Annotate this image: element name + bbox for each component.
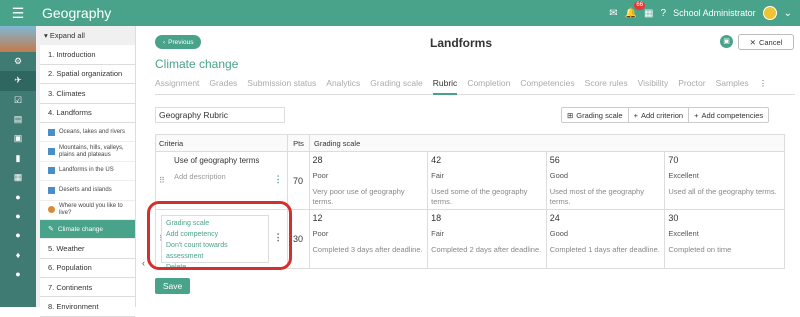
tab-samples[interactable]: Samples <box>716 78 749 94</box>
attendance-icon[interactable]: ▣ <box>0 129 36 148</box>
highlight-ring <box>147 201 292 270</box>
rubric-actions: ⊞ Grading scale + Add criterion + Add compe… <box>561 107 770 123</box>
tab-score-rules[interactable]: Score rules <box>585 78 628 94</box>
tab-proctor[interactable]: Proctor <box>678 78 705 94</box>
sidebar-item-climates[interactable]: 3. Climates <box>40 84 135 104</box>
level-cell[interactable]: 28 Poor Very poor use of geography terms. <box>310 152 429 209</box>
user-icon[interactable]: ● <box>0 264 36 283</box>
sidebar-item-weather[interactable]: 5. Weather <box>40 239 135 259</box>
grading-scale-header: Grading scale <box>314 139 361 148</box>
chevron-left-icon: ‹ <box>163 38 166 46</box>
top-bar: ☰ Geography ✉ 🔔 66 ▦ ? School Administrat… <box>0 0 800 26</box>
rubric-header: Criteria Pts Grading scale <box>156 135 784 152</box>
pencil-icon: ✎ <box>48 225 54 233</box>
document-icon <box>48 148 55 156</box>
criterion-menu-icon[interactable]: ⋮ <box>274 174 283 185</box>
level-cell[interactable]: 24 Good Completed 1 days after deadline. <box>547 210 666 268</box>
icon-bar: ⚙ ✈ ☑ ▤ ▣ ▮ ▦ ● ● ● ♦ ● <box>0 26 36 307</box>
pts-header: Pts <box>288 135 310 151</box>
help-icon[interactable]: ? <box>661 8 667 19</box>
tab-competencies[interactable]: Competencies <box>520 78 574 94</box>
tab-grading-scale[interactable]: Grading scale <box>370 78 422 94</box>
tab-visibility[interactable]: Visibility <box>638 78 669 94</box>
criteria-header: Criteria <box>156 135 288 151</box>
close-icon: ✕ <box>749 37 756 47</box>
add-criterion-button[interactable]: + Add criterion <box>629 108 690 122</box>
avatar[interactable] <box>762 6 777 20</box>
level-cell[interactable]: 56 Good Used most of the geography terms. <box>547 152 666 209</box>
expand-all-toggle[interactable]: ▾ Expand all <box>36 26 135 46</box>
page-title: Landforms <box>430 36 493 50</box>
tab-submission-status[interactable]: Submission status <box>247 78 316 94</box>
save-button[interactable]: Save <box>155 278 190 294</box>
analytics-icon[interactable]: ▮ <box>0 148 36 167</box>
users-icon[interactable]: ● <box>0 226 36 245</box>
chevron-down-icon[interactable]: ⌄ <box>784 8 792 19</box>
document-icon <box>48 128 55 136</box>
cancel-button[interactable]: ✕ Cancel <box>738 34 794 50</box>
sidebar-subitem[interactable]: Deserts and islands <box>40 181 135 201</box>
sidebar-item-continents[interactable]: 7. Continents <box>40 278 135 298</box>
groups-icon[interactable]: ● <box>0 206 36 225</box>
plus-icon: + <box>694 110 699 120</box>
previous-button[interactable]: ‹ Previous <box>155 35 202 49</box>
sidebar-subitem[interactable]: Where would you like to live? <box>40 200 135 220</box>
level-cell[interactable]: 12 Poor Completed 3 days after deadline. <box>310 210 429 268</box>
add-competencies-button[interactable]: + Add competencies <box>689 108 768 122</box>
notification-icon[interactable]: 🔔 66 <box>625 0 646 19</box>
grading-scale-button[interactable]: ⊞ Grading scale <box>562 108 629 122</box>
gradebook-icon[interactable]: ▤ <box>0 110 36 129</box>
level-cell[interactable]: 18 Fair Completed 2 days after deadline. <box>428 210 547 268</box>
tab-assignment[interactable]: Assignment <box>155 78 199 94</box>
path-icon[interactable]: ✈ <box>0 71 36 91</box>
grid-icon: ⊞ <box>567 110 574 120</box>
level-cell[interactable]: 42 Fair Used some of the geography terms. <box>428 152 547 209</box>
menu-icon[interactable]: ☰ <box>0 5 36 22</box>
criterion-name[interactable]: Use of geography terms <box>174 156 259 165</box>
sidebar-item-population[interactable]: 6. Population <box>40 258 135 279</box>
tab-completion[interactable]: Completion <box>467 78 510 94</box>
class-logo <box>0 26 36 52</box>
tab-bar: Assignment Grades Submission status Anal… <box>155 78 795 95</box>
tab-rubric[interactable]: Rubric <box>432 78 458 95</box>
sidebar-subitem[interactable]: Landforms in the US <box>40 161 135 182</box>
sidebar-item-spatial-organization[interactable]: 2. Spatial organization <box>40 64 135 85</box>
user-name[interactable]: School Administrator <box>673 8 756 18</box>
more-tabs-icon[interactable]: ⋮ <box>759 78 768 94</box>
trophy-icon[interactable]: ♦ <box>0 245 36 264</box>
tab-grades[interactable]: Grades <box>209 78 237 94</box>
document-icon <box>48 186 55 194</box>
rubric-name-input[interactable]: Geography Rubric <box>155 107 285 123</box>
collapse-sidebar-icon[interactable]: ‹ <box>142 258 145 268</box>
document-icon <box>48 167 55 175</box>
assignments-icon[interactable]: ☑ <box>0 91 36 110</box>
sidebar-item-introduction[interactable]: 1. Introduction <box>40 45 135 65</box>
sidebar-item-landforms[interactable]: 4. Landforms <box>40 103 135 123</box>
people-icon[interactable]: ● <box>0 187 36 206</box>
sidebar: ▾ Expand all 1. Introduction 2. Spatial … <box>36 26 136 317</box>
criterion-points[interactable]: 70 <box>288 152 310 209</box>
sidebar-item-environment[interactable]: 8. Environment <box>40 297 135 317</box>
top-right-controls: ✉ 🔔 66 ▦ ? School Administrator ⌄ <box>609 0 792 26</box>
sidebar-subitem-active[interactable]: ✎ Climate change <box>40 219 135 240</box>
calendar-icon[interactable]: ▦ <box>644 8 653 19</box>
sidebar-subitem[interactable]: Mountains, hills, valleys, plains and pl… <box>40 142 135 162</box>
tab-analytics[interactable]: Analytics <box>326 78 360 94</box>
activity-title: Climate change <box>155 57 239 71</box>
level-cell[interactable]: 30 Excellent Completed on time <box>665 210 784 268</box>
mail-icon[interactable]: ✉ <box>609 8 617 19</box>
settings-icon[interactable]: ⚙ <box>0 52 36 71</box>
drag-handle-icon[interactable]: ⠿ <box>159 176 165 185</box>
plus-icon: + <box>633 110 638 120</box>
discussion-icon <box>48 206 55 214</box>
level-cell[interactable]: 70 Excellent Used all of the geography ter… <box>665 152 784 209</box>
app-title: Geography <box>42 5 112 21</box>
criterion-description[interactable]: Add description <box>174 172 226 181</box>
calendar-icon[interactable]: ▦ <box>0 168 36 187</box>
sidebar-subitem[interactable]: Oceans, lakes and rivers <box>40 122 135 143</box>
save-icon[interactable]: ▣ <box>720 35 733 48</box>
